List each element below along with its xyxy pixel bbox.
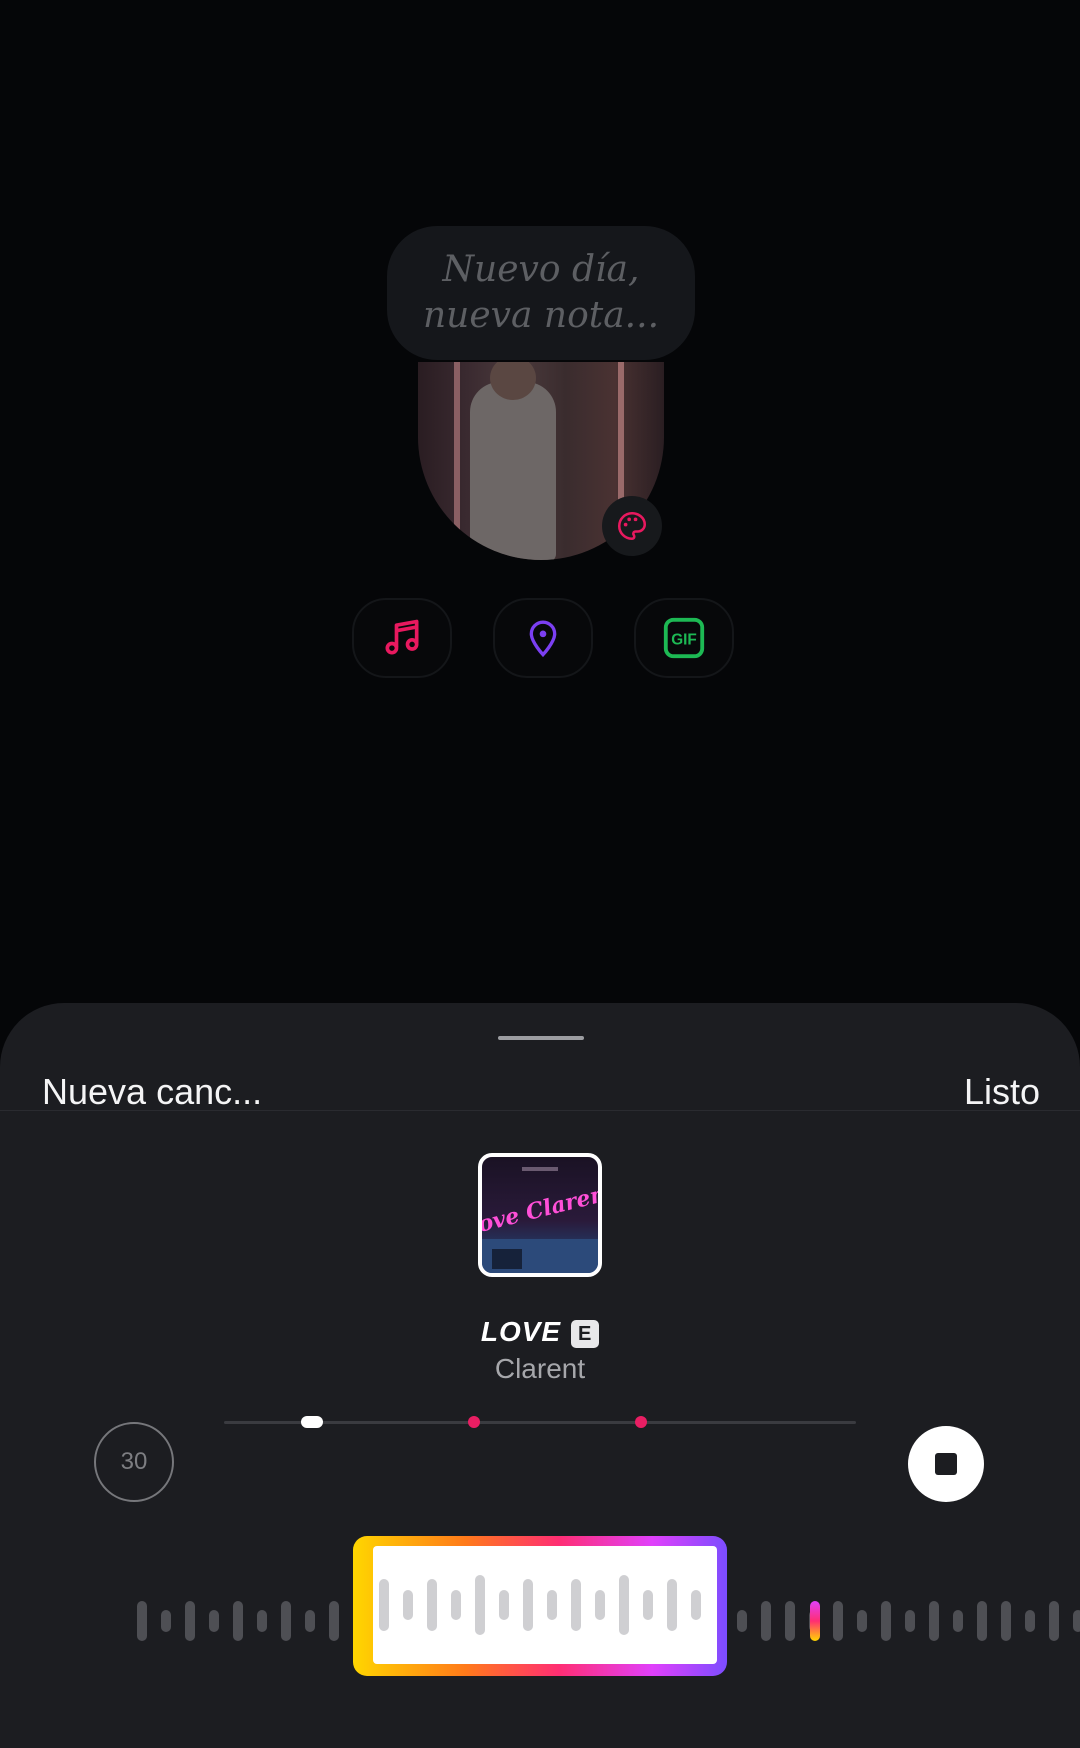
stop-button[interactable]: [908, 1426, 984, 1502]
waveform-bar: [953, 1610, 963, 1632]
waveform-bar: [137, 1601, 147, 1641]
explicit-badge: E: [571, 1319, 600, 1348]
song-title-row: LOVE E: [0, 1316, 1080, 1348]
waveform-bar: [1049, 1601, 1059, 1641]
selection-waveform-bar: [451, 1590, 461, 1620]
selection-waveform-bar: [571, 1579, 581, 1631]
waveform-bar: [1073, 1610, 1080, 1632]
sheet-title: Nueva canc...: [42, 1071, 263, 1112]
waveform-bar: [209, 1610, 219, 1632]
song-artist: Clarent: [494, 1353, 586, 1384]
palette-icon: [617, 511, 647, 541]
add-gif-button[interactable]: GIF: [634, 598, 734, 678]
selection-waveform-bar: [379, 1579, 389, 1631]
clip-selector[interactable]: [353, 1536, 727, 1676]
highlight-marker[interactable]: [467, 1416, 480, 1428]
waveform-progress-bar: [810, 1601, 820, 1641]
clip-selector-window: [373, 1546, 717, 1664]
selection-waveform-bar: [475, 1575, 485, 1635]
album-cover: Love Clarent: [478, 1153, 602, 1277]
location-pin-icon: [529, 620, 557, 658]
gif-icon: GIF: [663, 617, 705, 659]
selection-waveform-bar: [499, 1590, 509, 1620]
waveform-bar: [281, 1601, 291, 1641]
waveform-bar: [857, 1610, 867, 1632]
waveform-bar: [233, 1601, 243, 1641]
svg-text:GIF: GIF: [671, 632, 697, 649]
add-music-button[interactable]: [352, 598, 452, 678]
cover-neon-text: Love Clarent: [482, 1179, 598, 1242]
selection-waveform-bar: [667, 1579, 677, 1631]
sheet-grabber[interactable]: [498, 1036, 584, 1040]
selection-waveform-bar: [547, 1590, 557, 1620]
waveform-bar: [1025, 1610, 1035, 1632]
note-placeholder-line1: Nuevo día,: [442, 249, 640, 290]
selection-waveform-bar: [619, 1575, 629, 1635]
waveform-bar: [329, 1601, 339, 1641]
note-bubble[interactable]: Nuevo día, nueva nota...: [387, 226, 695, 360]
waveform-bar: [161, 1610, 171, 1632]
waveform-bar: [737, 1610, 747, 1632]
selection-waveform-bar: [643, 1590, 653, 1620]
waveform-bar: [785, 1601, 795, 1641]
waveform-bar: [761, 1601, 771, 1641]
selection-waveform-bar: [523, 1579, 533, 1631]
playhead[interactable]: [301, 1416, 324, 1428]
waveform-bar: [257, 1610, 267, 1632]
music-icon: [385, 619, 419, 655]
waveform-bar: [185, 1601, 195, 1641]
highlight-marker[interactable]: [635, 1416, 648, 1428]
palette-button[interactable]: [602, 496, 662, 556]
selection-waveform-bar: [595, 1590, 605, 1620]
sheet-divider: [0, 1110, 1080, 1111]
duration-selector[interactable]: 30: [94, 1422, 174, 1502]
waveform-bar: [1001, 1601, 1011, 1641]
music-bottom-sheet: Nueva canc... Listo Love Clarent LOVE E C…: [0, 1003, 1080, 1748]
done-button[interactable]: Listo: [964, 1071, 1040, 1113]
stop-icon: [935, 1453, 957, 1475]
selection-waveform-bar: [427, 1579, 437, 1631]
add-location-button[interactable]: [493, 598, 593, 678]
selection-waveform-bar: [691, 1590, 701, 1620]
note-placeholder-line2: nueva nota...: [422, 295, 660, 336]
waveform-bar: [929, 1601, 939, 1641]
waveform-bar: [833, 1601, 843, 1641]
song-title: LOVE: [480, 1316, 562, 1347]
waveform-bar: [905, 1610, 915, 1632]
waveform-bar: [305, 1610, 315, 1632]
song-timeline[interactable]: [224, 1416, 856, 1428]
waveform-bar: [977, 1601, 987, 1641]
waveform-bar: [881, 1601, 891, 1641]
selection-waveform-bar: [403, 1590, 413, 1620]
